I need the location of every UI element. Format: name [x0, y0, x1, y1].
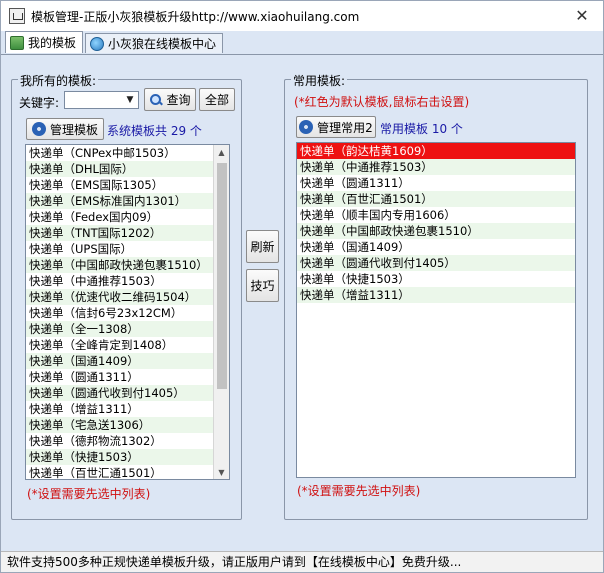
tab-divider	[1, 54, 603, 55]
manage-templates-label: 管理模板	[49, 122, 98, 137]
close-icon[interactable]: ✕	[573, 7, 591, 25]
all-templates-list[interactable]: 快递单（CNPex中邮1503） 快递单（DHL国际） 快递单（EMS国际1305）…	[25, 144, 230, 480]
status-bar: 软件支持500多种正规快递单模板升级，请正版用户请到【在线模板中心】免费升级..…	[1, 551, 603, 572]
gear-icon	[299, 120, 314, 134]
list-item[interactable]: 快递单（顺丰国内专用1606）	[297, 207, 575, 223]
globe-icon	[90, 36, 105, 51]
title-bar: 模板管理-正版小灰狼模板升级http://www.xiaohuilang.com…	[1, 1, 603, 31]
common-templates-title: 常用模板:	[291, 72, 348, 89]
list-item[interactable]: 快递单（中通推荐1503）	[26, 273, 229, 289]
common-template-count: 常用模板 10 个	[380, 122, 463, 136]
chevron-down-icon[interactable]: ▼	[122, 92, 138, 108]
list-item[interactable]: 快递单（圆通1311）	[26, 369, 229, 385]
manage-common-button[interactable]: 管理常用2	[296, 116, 376, 138]
tips-button-label: 技巧	[250, 279, 275, 293]
query-button[interactable]: 查询	[144, 88, 196, 111]
all-button-label: 全部	[204, 93, 229, 107]
tab-label: 我的模板	[28, 36, 77, 50]
refresh-button[interactable]: 刷新	[246, 230, 279, 263]
common-templates-rows: 快递单（韵达桔黄1609） 快递单（中通推荐1503） 快递单（圆通1311） 快递单…	[297, 143, 575, 303]
list-item[interactable]: 快递单（信封6号23x12CM）	[26, 305, 229, 321]
list-item[interactable]: 快递单（Fedex国内09）	[26, 209, 229, 225]
tab-my-templates[interactable]: 我的模板	[5, 31, 84, 53]
list-item[interactable]: 快递单（快捷1503）	[297, 271, 575, 287]
window-title: 模板管理-正版小灰狼模板升级http://www.xiaohuilang.com	[31, 9, 360, 24]
list-item[interactable]: 快递单（圆通代收到付1405）	[297, 255, 575, 271]
manage-common-label: 管理常用2	[317, 120, 373, 135]
all-templates-rows: 快递单（CNPex中邮1503） 快递单（DHL国际） 快递单（EMS国际1305）…	[26, 145, 229, 479]
list-item[interactable]: 快递单（DHL国际）	[26, 161, 229, 177]
query-button-label: 查询	[166, 93, 191, 107]
list-item[interactable]: 快递单（中国邮政快递包裹1510）	[26, 257, 229, 273]
list-item[interactable]: 快递单（CNPex中邮1503）	[26, 145, 229, 161]
all-templates-title: 我所有的模板:	[18, 72, 99, 89]
scroll-thumb[interactable]	[217, 163, 227, 389]
list-item[interactable]: 快递单（EMS标准国内1301）	[26, 193, 229, 209]
list-item[interactable]: 快递单（增益1311）	[297, 287, 575, 303]
refresh-button-label: 刷新	[250, 240, 275, 254]
right-note: (*设置需要先选中列表)	[297, 484, 421, 498]
tips-button[interactable]: 技巧	[246, 269, 279, 302]
left-note: (*设置需要先选中列表)	[27, 487, 151, 501]
scroll-up-icon[interactable]: ▲	[214, 145, 229, 159]
list-item[interactable]: 快递单（优速代收二维码1504）	[26, 289, 229, 305]
list-item[interactable]: 快递单（国通1409）	[26, 353, 229, 369]
list-item[interactable]: 快递单（EMS国际1305）	[26, 177, 229, 193]
gear-icon	[31, 122, 46, 136]
system-template-count: 系统模板共 29 个	[107, 124, 202, 138]
manage-templates-button[interactable]: 管理模板	[26, 118, 104, 140]
list-item[interactable]: 快递单（中国邮政快递包裹1510）	[297, 223, 575, 239]
search-icon	[149, 93, 163, 107]
all-templates-scrollbar[interactable]: ▲ ▼	[213, 145, 229, 479]
my-templates-icon	[10, 35, 24, 50]
list-item[interactable]: 快递单（全一1308）	[26, 321, 229, 337]
keyword-label: 关键字:	[19, 96, 60, 110]
list-item[interactable]: 快递单（韵达桔黄1609）	[297, 143, 575, 159]
common-templates-list[interactable]: 快递单（韵达桔黄1609） 快递单（中通推荐1503） 快递单（圆通1311） 快递单…	[296, 142, 576, 478]
list-item[interactable]: 快递单（德邦物流1302）	[26, 433, 229, 449]
tab-strip: 我的模板 小灰狼在线模板中心	[5, 31, 225, 55]
list-item[interactable]: 快递单（TNT国际1202）	[26, 225, 229, 241]
list-item[interactable]: 快递单（圆通1311）	[297, 175, 575, 191]
list-item[interactable]: 快递单（UPS国际）	[26, 241, 229, 257]
list-item[interactable]: 快递单（快捷1503）	[26, 449, 229, 465]
list-item[interactable]: 快递单（宅急送1306）	[26, 417, 229, 433]
default-template-hint: (*红色为默认模板,鼠标右击设置)	[294, 95, 470, 109]
keyword-combobox[interactable]: ▼	[64, 91, 139, 109]
tab-online-template-center[interactable]: 小灰狼在线模板中心	[85, 33, 224, 53]
app-icon	[9, 8, 25, 24]
tab-label: 小灰狼在线模板中心	[108, 37, 217, 51]
list-item[interactable]: 快递单（百世汇通1501）	[26, 465, 229, 479]
list-item[interactable]: 快递单（增益1311）	[26, 401, 229, 417]
list-item[interactable]: 快递单（国通1409）	[297, 239, 575, 255]
list-item[interactable]: 快递单（圆通代收到付1405）	[26, 385, 229, 401]
scroll-down-icon[interactable]: ▼	[214, 465, 229, 479]
list-item[interactable]: 快递单（中通推荐1503）	[297, 159, 575, 175]
all-button[interactable]: 全部	[199, 88, 235, 111]
template-manager-window: 模板管理-正版小灰狼模板升级http://www.xiaohuilang.com…	[0, 0, 604, 573]
list-item[interactable]: 快递单（百世汇通1501）	[297, 191, 575, 207]
list-item[interactable]: 快递单（全峰肯定到1408）	[26, 337, 229, 353]
